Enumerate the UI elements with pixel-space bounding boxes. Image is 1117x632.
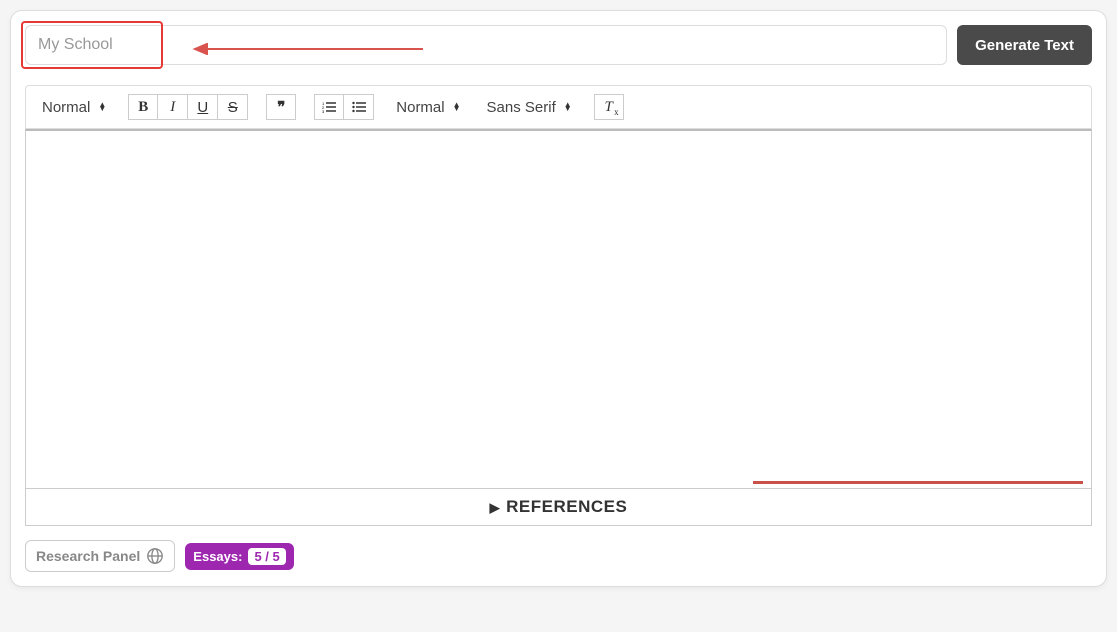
align-select-label: Normal [396,99,444,116]
italic-button[interactable]: I [158,94,188,120]
globe-icon [146,547,164,565]
heading-select[interactable]: Normal ▲▼ [38,97,110,118]
bold-button[interactable]: B [128,94,158,120]
caret-sort-icon: ▲▼ [564,103,572,111]
clear-format-group: Tx [594,94,624,120]
font-select-label: Sans Serif [487,99,556,116]
ordered-list-button[interactable]: 123 [314,94,344,120]
editor-panel: Generate Text Normal ▲▼ B I U S ❞ 123 No… [10,10,1107,587]
references-toggle[interactable]: ▶ REFERENCES [25,489,1092,526]
unordered-list-icon [352,101,366,113]
strikethrough-button[interactable]: S [218,94,248,120]
blockquote-button[interactable]: ❞ [266,94,296,120]
unordered-list-button[interactable] [344,94,374,120]
triangle-right-icon: ▶ [490,500,501,516]
heading-select-label: Normal [42,99,90,116]
editor-textarea[interactable] [25,129,1092,489]
annotation-underline [753,481,1083,484]
top-row: Generate Text [25,25,1092,65]
references-label: REFERENCES [506,497,627,516]
essays-label: Essays: [193,549,242,564]
list-group: 123 [314,94,374,120]
essays-badge: Essays: 5 / 5 [185,543,293,570]
caret-sort-icon: ▲▼ [98,103,106,111]
bottom-row: Research Panel Essays: 5 / 5 [25,540,1092,572]
clear-format-button[interactable]: Tx [594,94,624,120]
essays-count: 5 / 5 [248,548,285,565]
research-panel-button[interactable]: Research Panel [25,540,175,572]
editor-toolbar: Normal ▲▼ B I U S ❞ 123 Normal ▲▼ Sans S… [25,85,1092,129]
research-panel-label: Research Panel [36,548,140,564]
caret-sort-icon: ▲▼ [453,103,461,111]
svg-text:3: 3 [322,109,325,113]
font-select[interactable]: Sans Serif ▲▼ [483,97,576,118]
topic-input[interactable] [25,25,947,65]
text-style-group: B I U S [128,94,248,120]
ordered-list-icon: 123 [322,101,336,113]
align-select[interactable]: Normal ▲▼ [392,97,464,118]
quote-group: ❞ [266,94,296,120]
generate-text-button[interactable]: Generate Text [957,25,1092,65]
topic-input-wrap [25,25,947,65]
underline-button[interactable]: U [188,94,218,120]
